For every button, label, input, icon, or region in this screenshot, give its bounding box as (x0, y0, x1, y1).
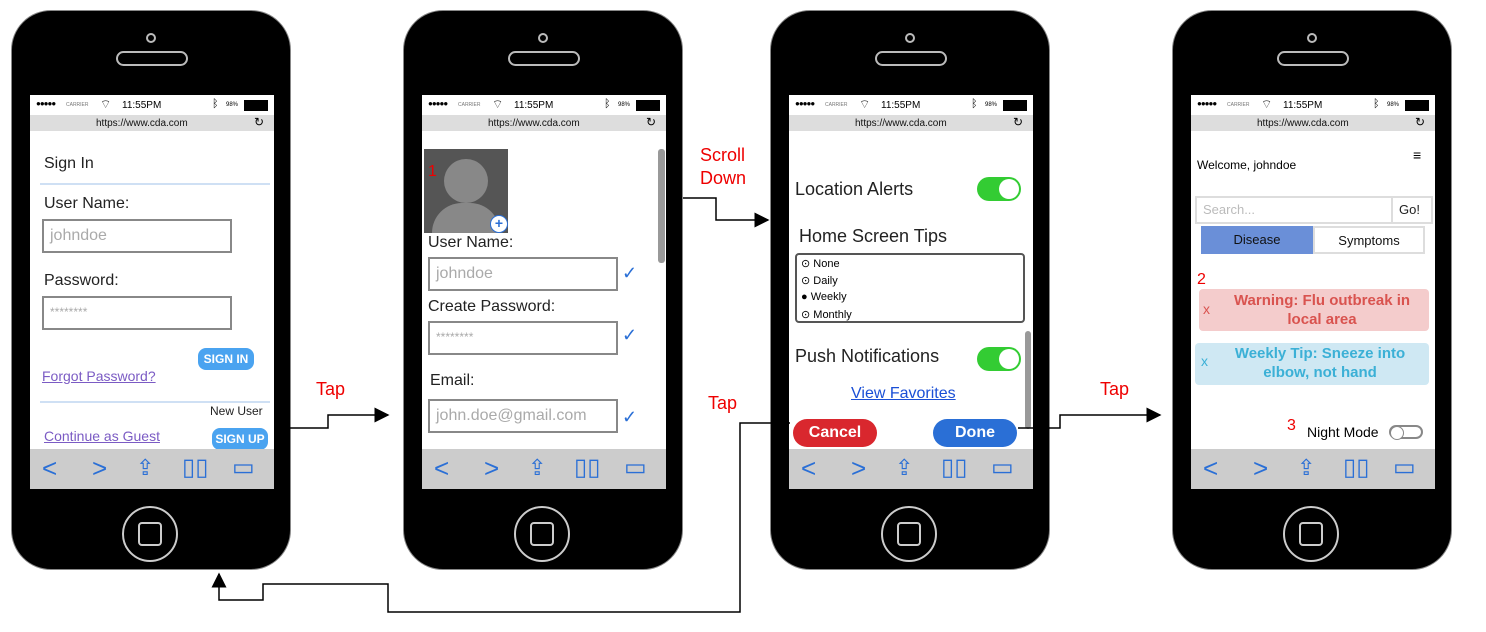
flow-label-down: Down (700, 168, 747, 188)
flow-label-tap: Tap (708, 393, 738, 413)
flow-arrow (1018, 407, 1162, 429)
flow-label-scroll: Scroll (700, 145, 746, 165)
flow-arrow (683, 197, 770, 228)
flow-arrows (211, 197, 1162, 613)
flow-label-tap: Tap (316, 379, 346, 399)
flow-label-tap: Tap (1100, 379, 1130, 399)
flow-arrow (290, 407, 390, 429)
flow-arrow (211, 422, 790, 613)
